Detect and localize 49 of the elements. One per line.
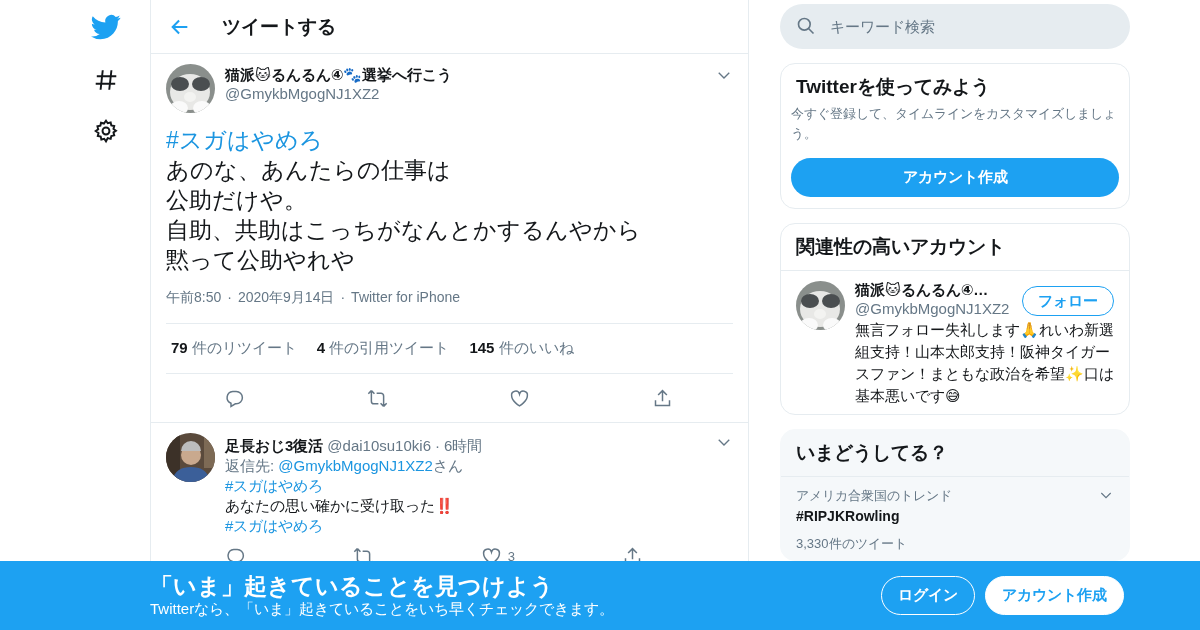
dot-separator: · <box>435 436 440 456</box>
heart-icon <box>480 546 502 561</box>
tweet-text: あのな、あんたらの仕事は 公助だけや。 自助、共助はこっちがなんとかするんやから 黙って公助やれや <box>166 156 642 275</box>
banner-title: 「いま」起きていることを見つけよう <box>150 572 555 600</box>
twitter-bird-icon[interactable] <box>91 12 121 42</box>
stat-link[interactable]: 4 件の引用ツイート <box>316 339 450 358</box>
author-name[interactable]: 足長おじ3復活 <box>225 436 324 456</box>
reply-context: 返信先: @GmykbMgogNJ1XZ2さん <box>225 456 464 476</box>
author-name[interactable]: 猫派🐱るんるん④🐾選挙へ行こう <box>225 66 705 85</box>
retweet-icon[interactable] <box>366 387 388 409</box>
share-icon[interactable] <box>622 546 643 561</box>
banner-subtitle: Twitterなら、「いま」起きていることをいち早くチェックできます。 <box>150 599 616 619</box>
stat-link[interactable]: 145 件のいいね <box>469 339 574 358</box>
tweet-time: 6時間 <box>444 436 483 456</box>
search-field[interactable]: キーワード検索 <box>780 4 1130 49</box>
card-title: Twitterを使ってみよう <box>795 75 991 99</box>
trend-name: #RIPJKRowling <box>796 507 901 524</box>
trend-count: 3,330件のツイート <box>796 534 908 553</box>
create-account-button[interactable]: アカウント作成 <box>791 158 1119 197</box>
login-button[interactable]: ログイン <box>881 576 975 615</box>
reply-text: あなたの思い確かに受け取った‼ <box>225 496 455 516</box>
hashtag-link[interactable]: #スガはやめろ <box>225 476 733 496</box>
settings-icon[interactable] <box>93 118 119 144</box>
dot-separator: · <box>340 289 346 307</box>
heart-icon[interactable] <box>509 387 531 409</box>
card-description: 今すぐ登録して、タイムラインをカスタマイズしましょう。 <box>790 105 1117 143</box>
like-button[interactable]: 3 <box>480 546 516 561</box>
hashtag-link[interactable]: #スガはやめろ <box>225 516 733 536</box>
hashtag-icon[interactable] <box>93 67 119 93</box>
reply-icon[interactable] <box>225 546 246 561</box>
follow-button[interactable]: フォロー <box>1022 286 1114 317</box>
card-title: いまどうしてる？ <box>781 429 1129 477</box>
dot-separator: · <box>227 289 232 307</box>
hashtag-link[interactable]: #スガはやめろ <box>166 125 733 155</box>
trend-context: アメリカ合衆国のトレンド <box>796 486 952 505</box>
account-bio: 無言フォロー失礼します🙏れいわ新選組支持！山本太郎支持！阪神タイガースファン！まともな政治を希望✨口は基本悪いです😅 <box>855 320 1114 407</box>
stat-link[interactable]: 79 件のリツイート <box>171 339 297 358</box>
card-title: 関連性の高いアカウント <box>781 224 1129 272</box>
account-name[interactable]: 猫派🐱るんるん④… <box>855 281 1010 301</box>
author-handle: @dai10su10ki6 <box>327 436 431 456</box>
tweet-time: 午前8:50 <box>166 289 222 307</box>
author-handle: @GmykbMgogNJ1XZ2 <box>225 85 381 102</box>
mention-link[interactable]: @GmykbMgogNJ1XZ2 <box>278 457 433 474</box>
tweet-date: 2020年9月14日 <box>237 289 335 307</box>
page-title: ツイートする <box>222 14 336 39</box>
account-handle: @GmykbMgogNJ1XZ2 <box>855 300 1010 318</box>
trend-item[interactable]: アメリカ合衆国のトレンド #RIPJKRowling 3,330件のツイート <box>781 476 1129 560</box>
source-link[interactable]: Twitter for iPhone <box>351 289 461 307</box>
signup-button[interactable]: アカウント作成 <box>985 576 1124 615</box>
